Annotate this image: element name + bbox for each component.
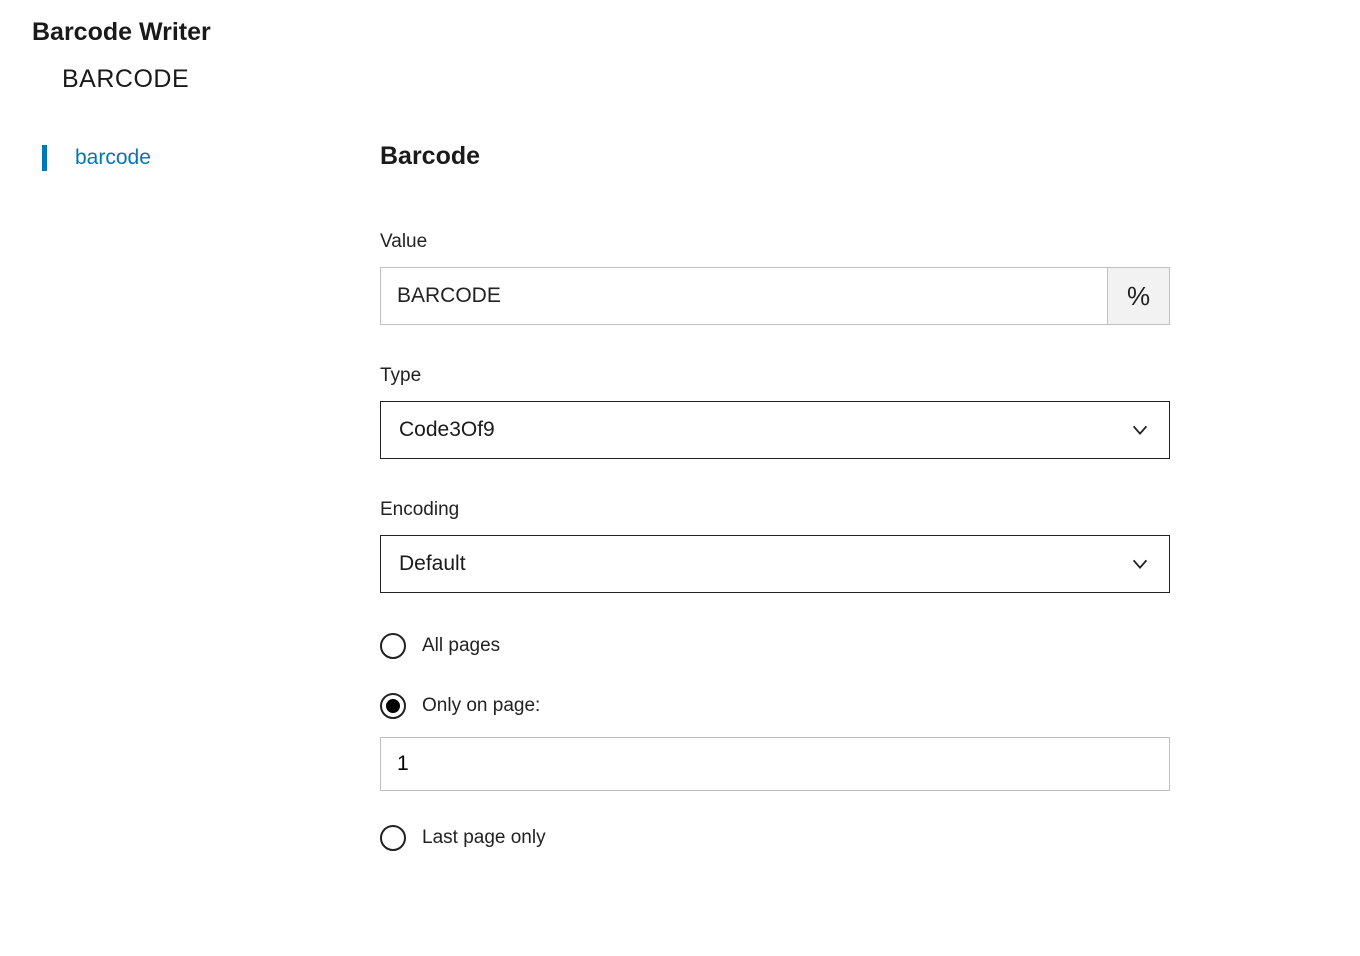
encoding-label: Encoding bbox=[380, 499, 1170, 521]
radio-only-on-page[interactable]: Only on page: bbox=[380, 693, 1170, 719]
chevron-down-icon bbox=[1129, 553, 1151, 575]
page-title: Barcode Writer bbox=[0, 0, 1360, 47]
encoding-selected-value: Default bbox=[399, 552, 466, 576]
value-input[interactable] bbox=[380, 267, 1108, 325]
radio-last-label: Last page only bbox=[422, 827, 546, 849]
sidebar-item-label: barcode bbox=[75, 146, 151, 170]
type-select[interactable]: Code3Of9 bbox=[380, 401, 1170, 459]
radio-icon bbox=[380, 633, 406, 659]
value-label: Value bbox=[380, 231, 1170, 253]
field-value: Value % bbox=[380, 231, 1170, 325]
radio-icon bbox=[380, 825, 406, 851]
percent-icon: % bbox=[1127, 281, 1150, 312]
radio-icon bbox=[380, 693, 406, 719]
field-encoding: Encoding Default bbox=[380, 499, 1170, 593]
percent-button[interactable]: % bbox=[1108, 267, 1170, 325]
page-subtitle: BARCODE bbox=[0, 47, 1360, 94]
chevron-down-icon bbox=[1129, 419, 1151, 441]
radio-all-pages[interactable]: All pages bbox=[380, 633, 1170, 659]
main-panel: Barcode Value % Type Code3Of9 Encodin bbox=[380, 142, 1360, 851]
active-indicator bbox=[42, 145, 47, 171]
page-number-input[interactable] bbox=[380, 737, 1170, 791]
page-radio-group: All pages Only on page: Last page only bbox=[380, 633, 1170, 851]
radio-only-label: Only on page: bbox=[422, 695, 540, 717]
sidebar-item-barcode[interactable]: barcode bbox=[42, 142, 380, 174]
main-heading: Barcode bbox=[380, 142, 1170, 171]
sidebar: barcode bbox=[0, 142, 380, 851]
radio-last-page-only[interactable]: Last page only bbox=[380, 825, 1170, 851]
radio-selected-dot bbox=[386, 699, 400, 713]
encoding-select[interactable]: Default bbox=[380, 535, 1170, 593]
field-type: Type Code3Of9 bbox=[380, 365, 1170, 459]
type-label: Type bbox=[380, 365, 1170, 387]
radio-all-label: All pages bbox=[422, 635, 500, 657]
type-selected-value: Code3Of9 bbox=[399, 418, 495, 442]
